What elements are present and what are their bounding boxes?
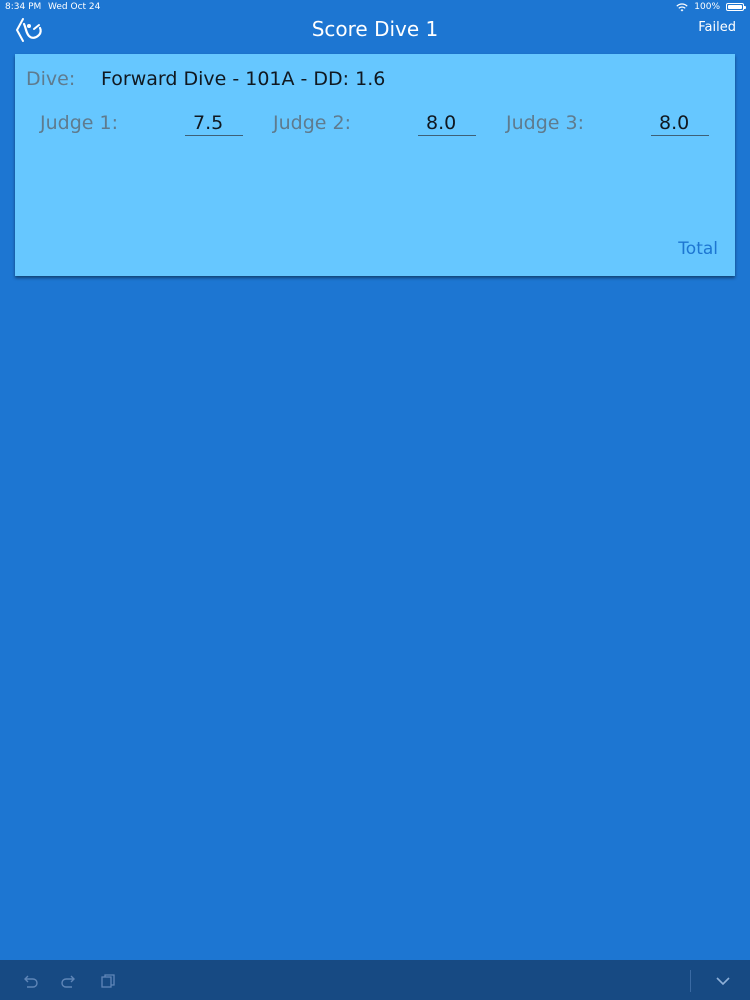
- battery-icon: [726, 3, 746, 11]
- bottom-toolbar: [0, 960, 750, 1000]
- nav-bar: Score Dive 1 Failed: [0, 14, 750, 46]
- page-title: Score Dive 1: [311, 17, 439, 41]
- status-time: 8:34 PM: [5, 2, 42, 12]
- total-button[interactable]: Total: [678, 239, 718, 259]
- copy-icon[interactable]: [99, 972, 117, 990]
- redo-icon[interactable]: [60, 972, 78, 990]
- battery-percent: 100%: [694, 2, 720, 12]
- judge-1-label: Judge 1:: [40, 112, 118, 134]
- judge-3-label: Judge 3:: [506, 112, 584, 134]
- judge-3-score-input[interactable]: [651, 110, 709, 136]
- chevron-down-icon[interactable]: [714, 972, 732, 990]
- toolbar-divider: [690, 970, 691, 992]
- failed-button[interactable]: Failed: [698, 14, 736, 42]
- judge-2-score-input[interactable]: [418, 110, 476, 136]
- dive-name: Forward Dive - 101A - DD: 1.6: [101, 68, 386, 90]
- score-card: Dive: Forward Dive - 101A - DD: 1.6 Judg…: [15, 54, 735, 276]
- status-date: Wed Oct 24: [48, 2, 101, 12]
- judge-2-label: Judge 2:: [273, 112, 351, 134]
- dive-label: Dive:: [26, 68, 76, 90]
- status-bar: 8:34 PM Wed Oct 24 100%: [0, 0, 750, 14]
- wifi-icon: [676, 2, 688, 11]
- status-indicators: 100%: [676, 0, 746, 14]
- undo-icon[interactable]: [21, 972, 39, 990]
- judge-1-score-input[interactable]: [185, 110, 243, 136]
